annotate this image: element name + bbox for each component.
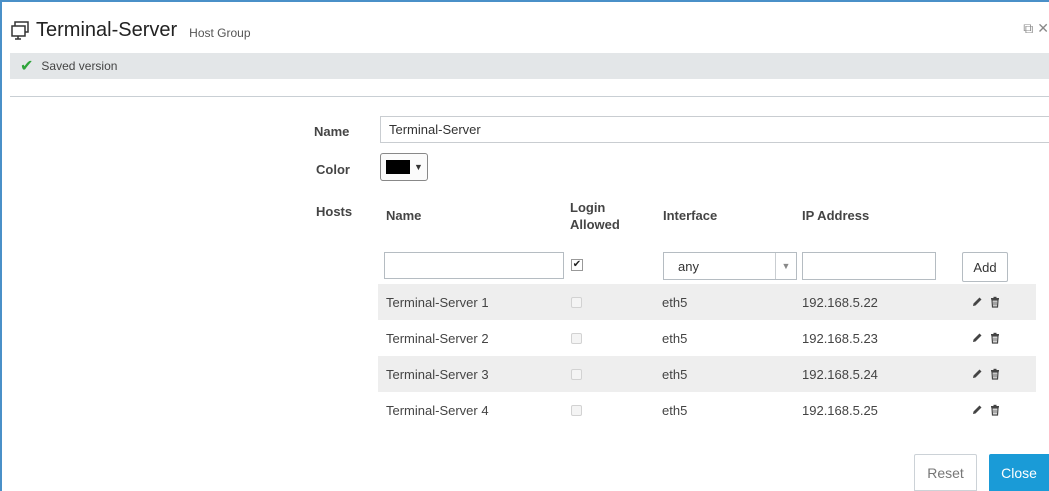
table-row: Terminal-Server 1 eth5 192.168.5.22 [378,284,1036,320]
checkmark-icon: ✔ [20,58,34,75]
host-ip: 192.168.5.22 [802,294,878,310]
window-stack-icon [10,20,30,40]
trash-icon[interactable] [989,404,1001,416]
name-field[interactable] [380,116,1049,143]
dialog-header: Terminal-Server Host Group [10,14,251,46]
new-host-name-input[interactable] [384,252,564,279]
host-name: Terminal-Server 3 [386,366,489,382]
col-header-name: Name [386,208,422,223]
add-host-button[interactable]: Add [962,252,1008,282]
table-row: Terminal-Server 2 eth5 192.168.5.23 [378,320,1036,356]
close-button[interactable]: Close [989,454,1049,491]
host-ip: 192.168.5.23 [802,330,878,346]
restore-icon[interactable]: ⧉ [1023,20,1033,37]
color-swatch [386,160,410,174]
login-allowed-checkbox[interactable] [571,368,582,380]
col-header-interface: Interface [663,208,718,223]
host-ip: 192.168.5.24 [802,366,878,382]
new-host-login-checkbox[interactable]: ✔ [571,259,583,271]
host-ip: 192.168.5.25 [802,402,878,418]
host-interface: eth5 [662,330,688,346]
pencil-icon[interactable] [971,368,983,380]
trash-icon[interactable] [989,332,1001,344]
close-icon[interactable]: ✕ [1037,20,1049,37]
host-interface: eth5 [662,366,688,382]
trash-icon[interactable] [989,368,1001,380]
table-row: Terminal-Server 4 eth5 192.168.5.25 [378,392,1036,428]
status-text: Saved version [41,59,118,73]
trash-icon[interactable] [989,296,1001,308]
pencil-icon[interactable] [971,332,983,344]
host-interface: eth5 [662,294,688,310]
save-status-bar: ✔ Saved version [10,53,1049,79]
color-picker[interactable]: ▼ [380,153,428,181]
dialog-subtitle: Host Group [189,25,251,40]
col-header-ip-address: IP Address [802,208,870,223]
header-tools: ⧉ ✕ [1023,20,1049,37]
chevron-down-icon: ▼ [775,253,796,279]
pencil-icon[interactable] [971,296,983,308]
color-label: Color [316,162,350,177]
pencil-icon[interactable] [971,404,983,416]
interface-select[interactable]: any ▼ [663,252,797,280]
login-allowed-checkbox[interactable] [571,404,582,416]
col-header-login-allowed: Login Allowed [570,200,620,232]
chevron-down-icon: ▼ [414,162,423,172]
name-label: Name [314,124,350,139]
host-name: Terminal-Server 4 [386,402,489,418]
divider [10,96,1049,97]
interface-select-value: any [678,258,699,274]
host-name: Terminal-Server 1 [386,294,489,310]
host-interface: eth5 [662,402,688,418]
table-row: Terminal-Server 3 eth5 192.168.5.24 [378,356,1036,392]
dialog-title: Terminal-Server [36,18,178,41]
hosts-label: Hosts [316,204,353,219]
new-host-ip-input[interactable] [802,252,936,280]
login-allowed-checkbox[interactable] [571,296,582,308]
host-name: Terminal-Server 2 [386,330,489,346]
login-allowed-checkbox[interactable] [571,332,582,344]
reset-button[interactable]: Reset [914,454,977,491]
